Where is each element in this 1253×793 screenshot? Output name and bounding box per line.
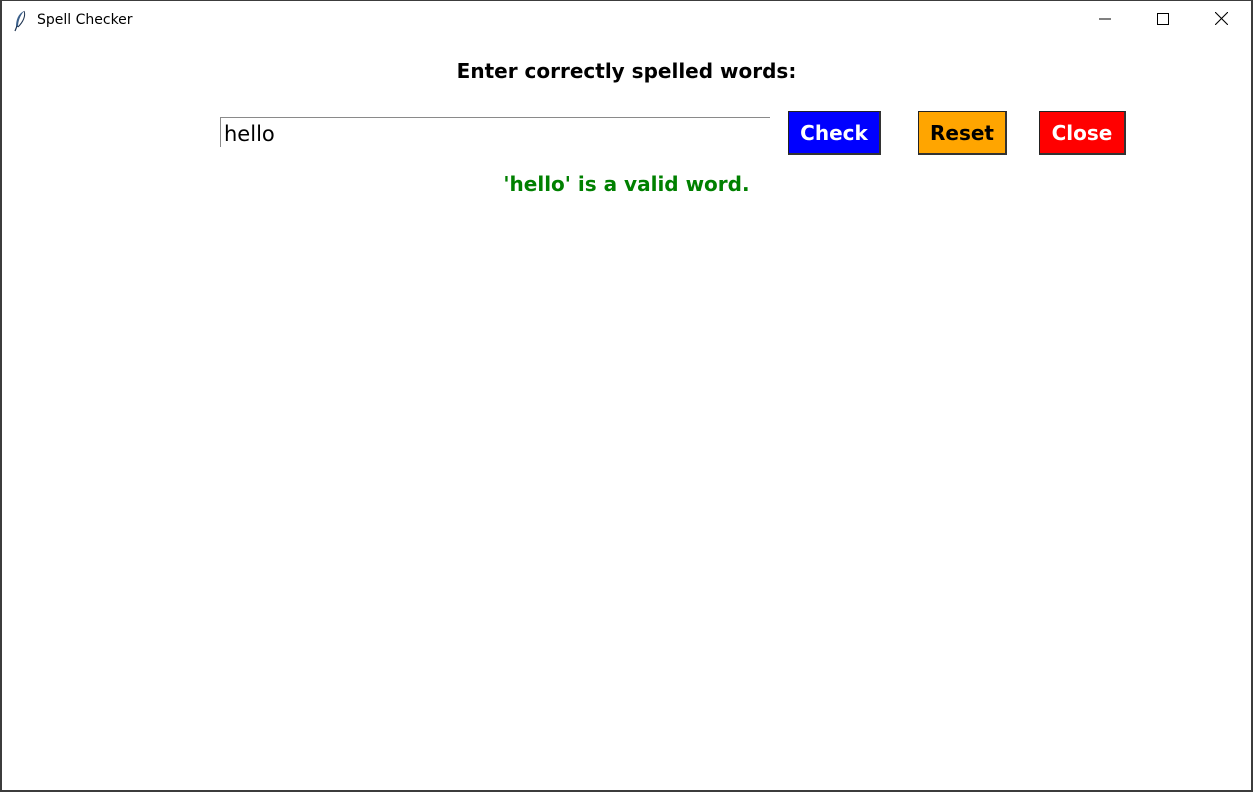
check-button[interactable]: Check [788,111,881,155]
title-bar[interactable]: Spell Checker [2,1,1251,41]
word-input[interactable] [220,117,770,147]
window-close-button[interactable] [1192,1,1250,41]
reset-button[interactable]: Reset [918,111,1007,155]
maximize-icon [1157,12,1169,30]
result-message: 'hello' is a valid word. [503,172,750,196]
feather-icon [12,10,28,32]
prompt-label: Enter correctly spelled words: [456,59,797,83]
window-title: Spell Checker [37,12,133,28]
close-button[interactable]: Close [1039,111,1126,155]
maximize-button[interactable] [1134,1,1192,41]
close-icon [1214,11,1228,30]
minimize-icon [1099,12,1111,30]
minimize-button[interactable] [1076,1,1134,41]
spell-checker-window: Spell Checker Enter correctly spelled wo… [0,0,1253,792]
